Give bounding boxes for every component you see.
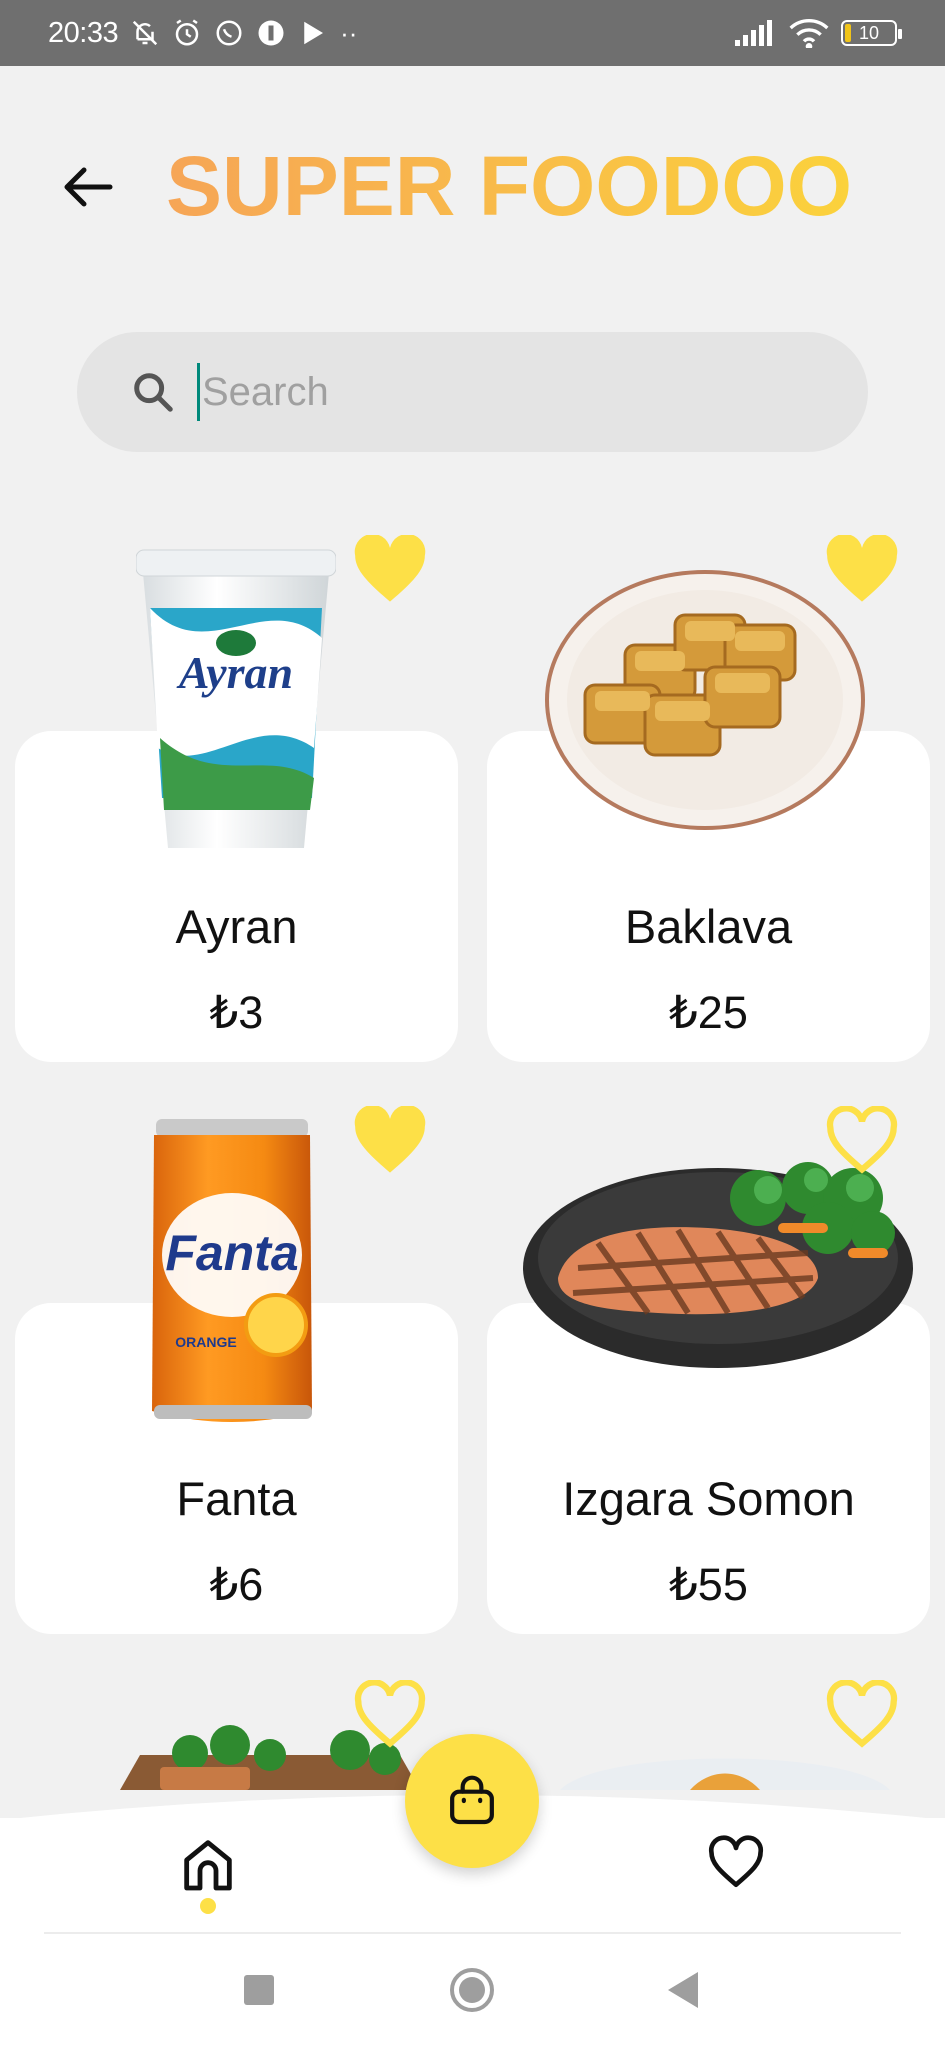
home-icon	[184, 1840, 232, 1891]
status-bar: 20:33 ·· 10	[0, 0, 945, 66]
back-button[interactable]	[56, 155, 120, 219]
product-price: ₺25	[669, 987, 748, 1038]
battery-fill	[845, 24, 851, 42]
text-cursor	[197, 363, 200, 421]
battery-level: 10	[858, 22, 880, 43]
product-name: Ayran	[175, 900, 298, 953]
battery-icon: 10	[841, 20, 902, 46]
alarm-icon	[175, 19, 199, 46]
product-name: Fanta	[176, 1472, 297, 1525]
active-indicator-dot	[200, 1898, 216, 1914]
heart-filled-icon[interactable]	[352, 535, 428, 605]
heart-filled-icon[interactable]	[352, 1106, 428, 1176]
nav-divider	[44, 1932, 901, 1934]
product-price: ₺6	[209, 1559, 264, 1610]
bell-off-icon	[132, 20, 158, 46]
status-time: 20:33	[48, 16, 119, 49]
status-system-icons: 10	[735, 18, 902, 48]
arrow-left-icon	[64, 167, 113, 207]
heart-filled-icon[interactable]	[824, 535, 900, 605]
product-name: Baklava	[624, 900, 793, 953]
fanta-can-image: Fanta ORANGE	[152, 1119, 312, 1422]
cart-button[interactable]	[405, 1734, 539, 1868]
shopping-bag-icon	[450, 1775, 494, 1825]
system-back-button[interactable]	[668, 1972, 698, 2008]
product-price: ₺55	[669, 1559, 748, 1610]
heart-outline-icon[interactable]	[824, 1680, 900, 1750]
nav-favorites-button[interactable]	[700, 1828, 772, 1900]
ayran-cup-image: Ayran	[136, 549, 336, 848]
more-dots-icon: ··	[340, 18, 358, 48]
heart-icon	[708, 1835, 764, 1887]
search-bar[interactable]	[77, 332, 868, 452]
svg-text:Fanta: Fanta	[165, 1225, 298, 1281]
search-icon	[129, 368, 177, 416]
system-home-button[interactable]	[450, 1968, 494, 2012]
wifi-icon	[789, 19, 829, 48]
recent-apps-button[interactable]	[244, 1975, 274, 2005]
svg-text:ORANGE: ORANGE	[175, 1334, 236, 1350]
status-notification-icons: ··	[130, 18, 357, 48]
app-icon	[258, 20, 284, 46]
nav-home-button[interactable]	[172, 1828, 244, 1900]
search-input[interactable]	[202, 369, 802, 415]
whatsapp-icon	[216, 20, 242, 46]
baklava-plate-image	[545, 570, 865, 830]
product-name: Izgara Somon	[562, 1472, 855, 1525]
heart-outline-icon[interactable]	[352, 1680, 428, 1750]
signal-icon	[735, 20, 772, 46]
heart-outline-icon[interactable]	[824, 1106, 900, 1176]
product-price: ₺3	[209, 987, 264, 1038]
app-title: SUPER FOODOO	[166, 139, 853, 233]
play-icon	[304, 21, 324, 45]
